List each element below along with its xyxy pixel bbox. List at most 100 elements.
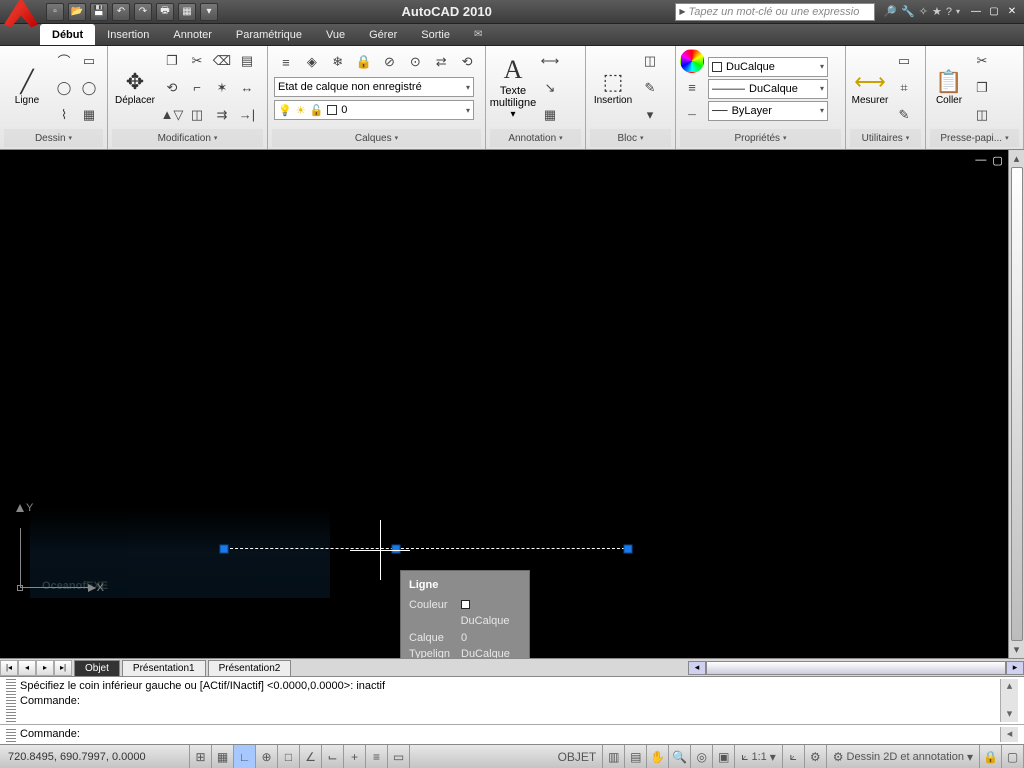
new-icon[interactable]: ▫ xyxy=(46,3,64,21)
command-prompt[interactable]: Commande: xyxy=(20,727,1000,742)
match-icon[interactable]: ◫ xyxy=(970,103,994,127)
offset-icon[interactable]: ⇉ xyxy=(210,103,234,127)
quickview-layouts-icon[interactable]: ▥ xyxy=(603,745,625,768)
leader-icon[interactable]: ↘ xyxy=(538,76,562,100)
layout-tab-objet[interactable]: Objet xyxy=(74,660,120,676)
fillet-icon[interactable]: ⌐ xyxy=(185,76,209,100)
grip-mid[interactable] xyxy=(392,545,401,554)
color-wheel-icon[interactable] xyxy=(680,49,704,73)
tab-nav-first[interactable]: |◂ xyxy=(0,660,18,676)
tab-nav-next[interactable]: ▸ xyxy=(36,660,54,676)
layer-iso-icon[interactable]: ◈ xyxy=(300,50,324,74)
minimize-button[interactable]: — xyxy=(968,5,984,19)
layout-tab-pres1[interactable]: Présentation1 xyxy=(122,660,206,676)
close-button[interactable]: ✕ xyxy=(1004,5,1020,19)
layer-freeze-icon[interactable]: ❄ xyxy=(326,50,350,74)
copy-icon[interactable]: ❐ xyxy=(160,49,184,73)
model-paper-toggle[interactable]: OBJET xyxy=(552,745,604,768)
snap-toggle[interactable]: ⊞ xyxy=(190,745,212,768)
anno-visibility-icon[interactable]: ⟀ xyxy=(783,745,805,768)
dyn-toggle[interactable]: + xyxy=(344,745,366,768)
lwt-toggle[interactable]: ≡ xyxy=(366,745,388,768)
lineweight-icon[interactable]: ≡ xyxy=(680,76,704,100)
array-icon[interactable]: ▤ xyxy=(235,49,259,73)
command-window[interactable]: Spécifiez le coin inférieur gauche ou [A… xyxy=(0,676,1024,724)
deplacer-button[interactable]: ✥ Déplacer xyxy=(112,50,158,128)
grip-start[interactable] xyxy=(220,545,229,554)
explode-icon[interactable]: ✶ xyxy=(210,76,234,100)
grip-end[interactable] xyxy=(624,545,633,554)
mirror-icon[interactable]: ▲▽ xyxy=(160,103,184,127)
qat-dropdown-icon[interactable]: ▾ xyxy=(200,3,218,21)
panel-annot-label[interactable]: Annotation xyxy=(490,129,581,147)
vertical-scrollbar[interactable]: ▴▾ xyxy=(1008,150,1024,658)
table-icon[interactable]: ▦ xyxy=(538,103,562,127)
print-icon[interactable]: 🖶 xyxy=(156,3,174,21)
layer-combo[interactable]: 💡 ☀ 🔓 0 xyxy=(274,100,474,120)
arc-icon[interactable]: ⌒ xyxy=(52,49,76,73)
layer-match-icon[interactable]: ⇄ xyxy=(429,50,453,74)
panel-bloc-label[interactable]: Bloc xyxy=(590,129,671,147)
doc-maximize-button[interactable]: ▢ xyxy=(992,154,1002,167)
annoscale-combo[interactable]: ⟀ 1:1 ▾ xyxy=(735,745,783,768)
linetype-combo[interactable]: ———DuCalque xyxy=(708,79,828,99)
paint-icon[interactable]: ✎ xyxy=(892,103,916,127)
rectangle-icon[interactable]: ▭ xyxy=(77,49,101,73)
chevron-down-icon[interactable]: ▾ xyxy=(956,7,960,16)
hscroll-right[interactable]: ▸ xyxy=(1006,661,1024,675)
mesurer-button[interactable]: ⟷ Mesurer xyxy=(850,50,890,128)
cmd-drag-handle[interactable] xyxy=(6,679,16,722)
selected-line[interactable] xyxy=(220,548,630,549)
layer-off-icon[interactable]: ⊘ xyxy=(378,50,402,74)
trim-icon[interactable]: ✂ xyxy=(185,49,209,73)
tab-debut[interactable]: Début xyxy=(40,24,95,45)
panel-util-label[interactable]: Utilitaires xyxy=(850,129,921,147)
panel-presse-label[interactable]: Presse-papi... xyxy=(930,129,1019,147)
mail-icon[interactable]: ✉ xyxy=(470,27,486,42)
create-block-icon[interactable]: ◫ xyxy=(638,49,662,73)
quickview-drawings-icon[interactable]: ▤ xyxy=(625,745,647,768)
showmotion-icon[interactable]: ▣ xyxy=(713,745,735,768)
redo-icon[interactable]: ↷ xyxy=(134,3,152,21)
steering-wheel-icon[interactable]: ◎ xyxy=(691,745,713,768)
dimension-icon[interactable]: ⟷ xyxy=(538,49,562,73)
quickcalc-icon[interactable]: ⌗ xyxy=(892,76,916,100)
coller-button[interactable]: 📋 Coller xyxy=(930,50,968,128)
maximize-button[interactable]: ▢ xyxy=(986,5,1002,19)
extend-icon[interactable]: →| xyxy=(235,103,259,127)
otrack-toggle[interactable]: ∠ xyxy=(300,745,322,768)
cmd-scrollbar[interactable]: ▴▾ xyxy=(1000,679,1018,722)
help-search-input[interactable]: Tapez un mot-clé ou une expressio xyxy=(675,3,875,21)
workspace-switch[interactable]: ⚙ Dessin 2D et annotation ▾ xyxy=(827,745,980,768)
layer-on-icon[interactable]: ⊙ xyxy=(403,50,427,74)
doc-minimize-button[interactable]: — xyxy=(975,154,986,167)
panel-calques-label[interactable]: Calques xyxy=(272,129,481,147)
open-icon[interactable]: 📂 xyxy=(68,3,86,21)
anno-autoscale-icon[interactable]: ⚙ xyxy=(805,745,827,768)
polar-toggle[interactable]: ⊕ xyxy=(256,745,278,768)
tab-nav-last[interactable]: ▸| xyxy=(54,660,72,676)
panel-prop-label[interactable]: Propriétés xyxy=(680,129,841,147)
texte-button[interactable]: A Texte multiligne ▾ xyxy=(490,50,536,128)
layer-lock-icon[interactable]: 🔒 xyxy=(352,50,376,74)
qp-toggle[interactable]: ▭ xyxy=(388,745,410,768)
hscroll-left[interactable]: ◂ xyxy=(688,661,706,675)
ligne-button[interactable]: ╱ Ligne xyxy=(4,50,50,128)
edit-block-icon[interactable]: ✎ xyxy=(638,76,662,100)
toolbar-lock-icon[interactable]: 🔒 xyxy=(980,745,1002,768)
stretch-icon[interactable]: ↔ xyxy=(235,76,259,100)
cmd-resize-icon[interactable]: ◂▸ xyxy=(1000,727,1018,742)
cut-icon[interactable]: ✂ xyxy=(970,49,994,73)
scale-icon[interactable]: ◫ xyxy=(185,103,209,127)
binoculars-icon[interactable]: 🔎 xyxy=(883,5,897,18)
ellipse-icon[interactable]: ◯ xyxy=(77,76,101,100)
copy-clip-icon[interactable]: ❐ xyxy=(970,76,994,100)
erase-icon[interactable]: ⌫ xyxy=(210,49,234,73)
pan-icon[interactable]: ✋ xyxy=(647,745,669,768)
color-combo[interactable]: DuCalque xyxy=(708,57,828,77)
lineweight-combo[interactable]: ──ByLayer xyxy=(708,101,828,121)
polyline-icon[interactable]: ⌇ xyxy=(52,103,76,127)
osnap-toggle[interactable]: □ xyxy=(278,745,300,768)
rotate-icon[interactable]: ⟲ xyxy=(160,76,184,100)
tab-nav-prev[interactable]: ◂ xyxy=(18,660,36,676)
